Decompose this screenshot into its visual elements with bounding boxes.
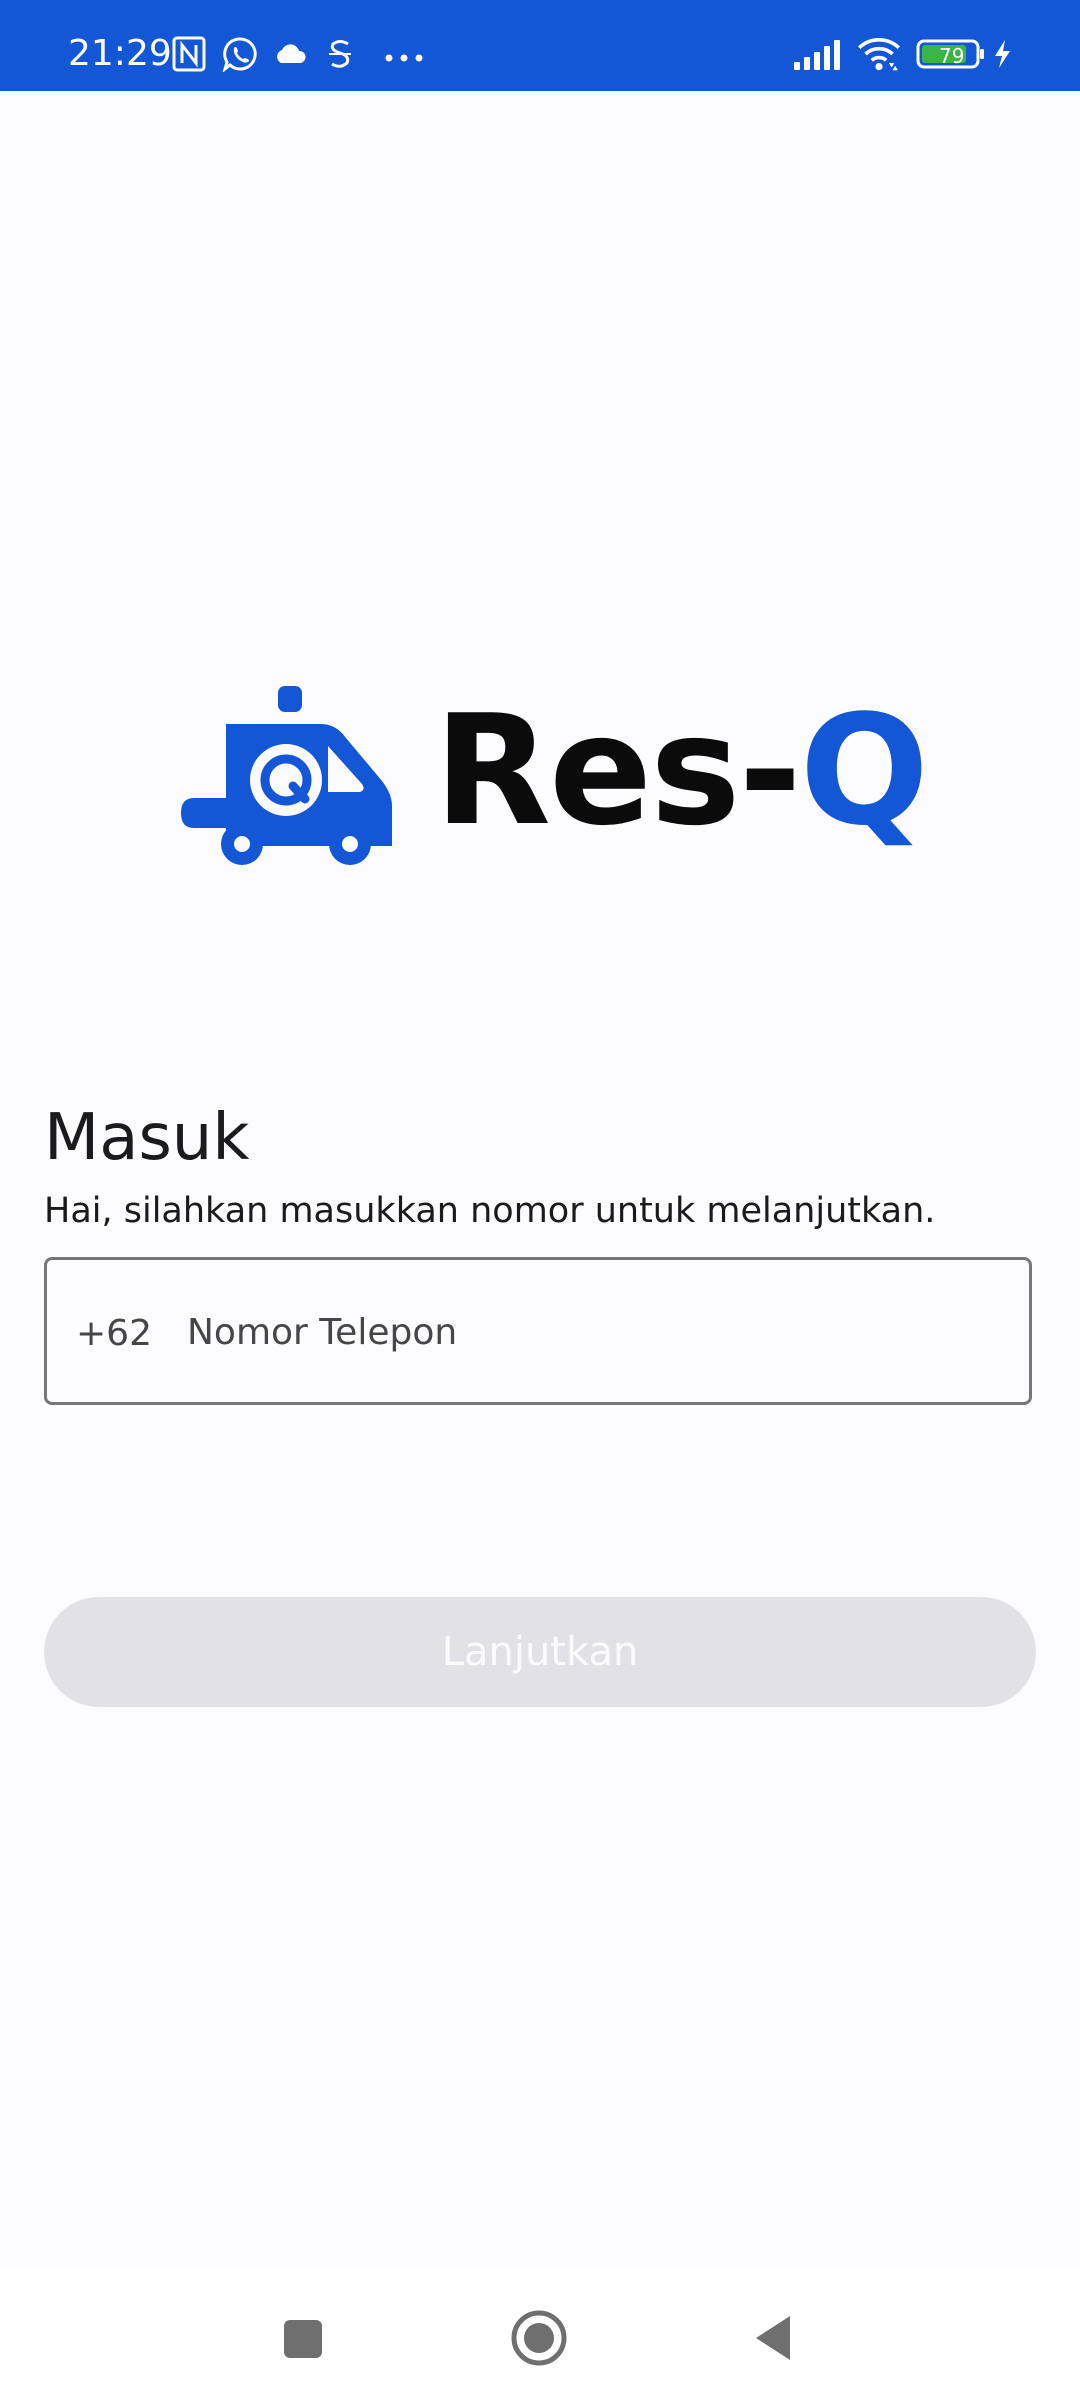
home-icon[interactable] — [509, 2308, 569, 2368]
battery-icon: 79 — [916, 36, 986, 72]
status-bar: 21:29 79 — [0, 0, 1080, 91]
continue-button[interactable]: Lanjutkan — [44, 1597, 1036, 1707]
page-subtitle: Hai, silahkan masukkan nomor untuk melan… — [44, 1191, 936, 1231]
phone-input[interactable] — [187, 1302, 987, 1362]
logo-wordmark-main: Res- — [434, 682, 802, 859]
battery-level: 79 — [939, 44, 965, 68]
charging-icon — [995, 40, 1010, 68]
signal-icon — [794, 40, 840, 70]
cloud-icon — [277, 44, 306, 63]
logo-wordmark: Res-Q — [434, 686, 929, 856]
back-icon[interactable] — [748, 2308, 808, 2368]
wifi-icon — [857, 38, 901, 71]
whatsapp-icon — [222, 37, 257, 72]
page-title: Masuk — [44, 1101, 250, 1175]
app-logo: Res-Q — [176, 686, 929, 866]
more-dots-icon — [385, 54, 423, 62]
recents-icon[interactable] — [272, 2308, 332, 2368]
logo-wordmark-accent: Q — [799, 682, 929, 859]
status-time: 21:29 — [68, 33, 172, 74]
phone-field[interactable]: +62 — [44, 1257, 1032, 1405]
ambulance-logo-icon — [181, 686, 392, 865]
navigation-bar — [0, 2268, 1080, 2400]
s-app-icon — [329, 40, 351, 68]
phone-country-prefix: +62 — [76, 1313, 152, 1354]
nfc-icon — [172, 36, 206, 72]
